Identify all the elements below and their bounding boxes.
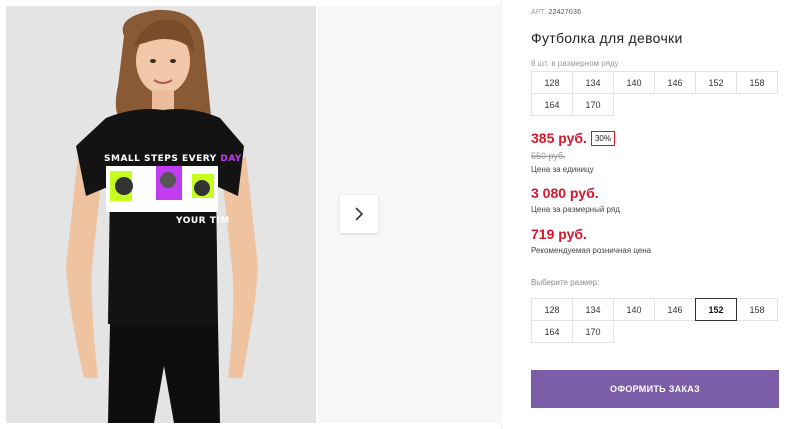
place-order-button[interactable]: ОФОРМИТЬ ЗАКАЗ (531, 370, 779, 408)
size-row-cell: 146 (654, 71, 696, 94)
size-option-170[interactable]: 170 (572, 320, 614, 343)
size-row-cell: 170 (572, 93, 614, 116)
size-row-cell: 158 (736, 71, 778, 94)
row-price-caption: Цена за размерный ряд (531, 205, 620, 214)
old-price: 550 руб. (531, 151, 566, 161)
chevron-right-icon (355, 207, 364, 221)
product-photo[interactable]: SMALL STEPS EVERY DAY YOUR TIM (6, 6, 316, 423)
row-price: 3 080 руб. (531, 185, 599, 201)
article-number: АРТ. 22427036 (531, 9, 582, 16)
unit-price: 385 руб. (531, 130, 587, 146)
size-option-146[interactable]: 146 (654, 298, 696, 321)
size-picker: 128 134 140 146 152 158 164 170 (531, 298, 783, 343)
size-option-128[interactable]: 128 (531, 298, 573, 321)
size-option-164[interactable]: 164 (531, 320, 573, 343)
size-row-cell: 140 (613, 71, 655, 94)
tshirt-print-text-top: SMALL STEPS EVERY DAY (104, 154, 242, 164)
size-row-label: 8 шт. в размерном ряду (531, 59, 619, 68)
product-title: Футболка для девочки (531, 30, 683, 46)
product-info: АРТ. 22427036 Футболка для девочки 8 шт.… (531, 0, 791, 429)
unit-price-block: 385 руб. 30% 550 руб. Цена за единицу (531, 130, 615, 174)
size-row-cell: 134 (572, 71, 614, 94)
row-price-block: 3 080 руб. Цена за размерный ряд (531, 185, 620, 214)
product-gallery: SMALL STEPS EVERY DAY YOUR TIM (0, 0, 502, 429)
retail-price-caption: Рекомендуемая розничная цена (531, 246, 652, 255)
size-option-134[interactable]: 134 (572, 298, 614, 321)
choose-size-label: Выберите размер: (531, 278, 600, 287)
next-photo-button[interactable] (340, 195, 378, 233)
retail-price: 719 руб. (531, 226, 587, 242)
discount-badge: 30% (590, 131, 615, 146)
size-option-158[interactable]: 158 (736, 298, 778, 321)
size-row-grid: 128 134 140 146 152 158 164 170 (531, 71, 783, 116)
tshirt-print-text-bottom: YOUR TIM (176, 216, 230, 226)
size-row-cell: 152 (695, 71, 737, 94)
size-row-cell: 128 (531, 71, 573, 94)
size-row-cell: 164 (531, 93, 573, 116)
size-option-152[interactable]: 152 (695, 298, 737, 321)
girl-tshirt-illustration (6, 6, 316, 423)
retail-price-block: 719 руб. Рекомендуемая розничная цена (531, 226, 651, 255)
unit-price-caption: Цена за единицу (531, 165, 594, 174)
size-option-140[interactable]: 140 (613, 298, 655, 321)
